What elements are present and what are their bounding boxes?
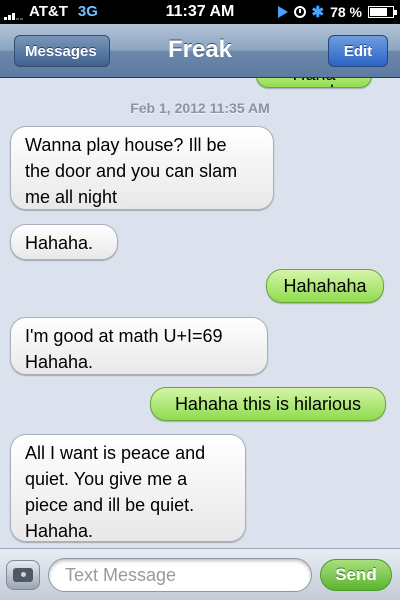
battery-icon [368, 6, 397, 18]
outgoing-message-bubble: Hahahaha [266, 269, 384, 303]
incoming-message-bubble: Hahaha. [10, 224, 118, 260]
bluetooth-icon: ✱ [311, 4, 325, 21]
message-line: Hahaha. [25, 352, 94, 372]
battery-percent: 78 % [330, 4, 362, 20]
message-line: Hahaha. [25, 521, 94, 541]
incoming-message-bubble: I'm good at math U+I=69 Hahaha. [10, 317, 268, 375]
partial-outgoing-bubble: Haha good [256, 78, 372, 88]
message-line: Wanna play house? Ill be [25, 135, 227, 155]
message-line: Hahaha this is hilarious [174, 394, 362, 414]
message-line: quiet. You give me a [25, 469, 188, 489]
message-line: All I want is peace and [25, 443, 206, 463]
compose-bar: Send [0, 548, 400, 600]
location-lock-icon [293, 6, 306, 18]
message-line: I'm good at math U+I=69 [25, 326, 223, 346]
outgoing-message-bubble: Hahaha this is hilarious [150, 387, 386, 421]
camera-lens-icon [19, 570, 28, 579]
camera-button[interactable] [6, 560, 40, 590]
message-line: Hahahaha [283, 276, 367, 296]
send-button[interactable]: Send [320, 559, 392, 591]
nav-bar: Messages Freak Edit [0, 24, 400, 78]
message-input[interactable] [48, 558, 312, 592]
edit-button[interactable]: Edit [328, 35, 388, 67]
incoming-message-bubble: All I want is peace and quiet. You give … [10, 434, 246, 542]
message-line: the door and you can slam [25, 161, 238, 181]
status-right: ✱ 78 % [277, 3, 397, 21]
battery-fill [370, 8, 387, 16]
incoming-message-bubble: Wanna play house? Ill be the door and yo… [10, 126, 274, 210]
message-list[interactable]: Haha good Feb 1, 2012 11:35 AM Wanna pla… [0, 78, 400, 548]
message-line: Hahaha. [25, 233, 94, 253]
message-timestamp: Feb 1, 2012 11:35 AM [130, 100, 270, 116]
message-line: piece and ill be quiet. [25, 495, 195, 515]
play-icon [277, 6, 288, 18]
status-bar: AT&T 3G 11:37 AM ✱ 78 % [0, 0, 400, 24]
message-line: me all night [25, 187, 118, 207]
